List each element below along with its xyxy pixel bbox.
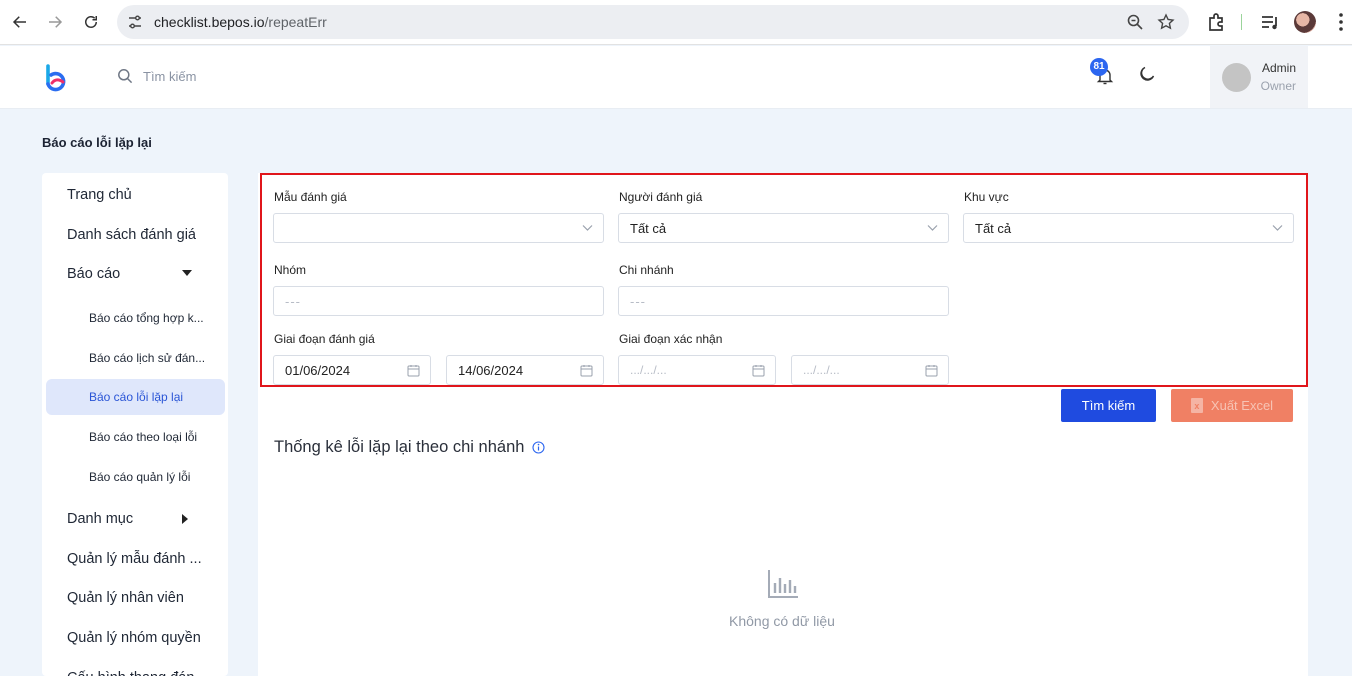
eval-from-value: 01/06/2024 [285,362,351,378]
sidebar-item-reports[interactable]: Báo cáo [42,256,228,292]
search-icon [118,69,133,84]
group-placeholder: --- [285,293,301,309]
branch-select[interactable]: --- [618,286,949,316]
sidebar-item-evaluation-list[interactable]: Danh sách đánh giá [42,217,228,253]
site-settings-icon[interactable] [127,14,143,30]
sidebar-item-template-management[interactable]: Quản lý mẫu đánh ... [42,541,228,577]
avatar [1222,63,1251,92]
stats-section-title: Thống kê lỗi lặp lại theo chi nhánh [274,438,545,457]
search-button[interactable]: Tìm kiếm [1061,389,1156,422]
eval-period-label: Giai đoạn đánh giá [274,332,375,346]
search-placeholder: Tìm kiếm [143,68,197,84]
stats-title-text: Thống kê lỗi lặp lại theo chi nhánh [274,438,525,456]
region-value: Tất cả [975,220,1012,236]
url-text: checklist.bepos.io/repeatErr [154,14,327,30]
profile-avatar[interactable] [1294,11,1316,33]
sidebar: Trang chủ Danh sách đánh giá Báo cáo Báo… [42,173,228,676]
eval-to-date[interactable]: 14/06/2024 [446,355,604,385]
evaluator-value: Tất cả [630,220,667,236]
evaluator-label: Người đánh giá [619,190,703,204]
confirm-from-date[interactable]: .../.../... [618,355,776,385]
more-menu-icon[interactable] [1330,11,1352,33]
extensions-icon[interactable] [1205,11,1227,33]
confirm-to-placeholder: .../.../... [803,363,840,377]
chevron-down-icon [927,225,938,231]
branch-label: Chi nhánh [619,263,674,277]
arrow-right-icon [49,16,63,28]
sidebar-item-label: Báo cáo [67,266,121,282]
user-name: Admin [1261,61,1296,75]
eval-from-date[interactable]: 01/06/2024 [273,355,431,385]
bepos-logo[interactable] [44,63,68,93]
caret-right-icon [182,514,188,524]
moon-icon[interactable] [1138,65,1156,83]
user-role: Owner [1260,79,1296,93]
eval-to-value: 14/06/2024 [458,362,524,378]
sidebar-item-error-management-report[interactable]: Báo cáo quản lý lỗi [46,459,225,495]
export-excel-label: Xuất Excel [1210,398,1274,413]
branch-placeholder: --- [630,293,646,309]
chevron-down-icon [1272,225,1283,231]
page-title: Báo cáo lỗi lặp lại [42,135,152,150]
arrow-left-icon [12,16,26,28]
template-select[interactable] [273,213,604,243]
template-label: Mẫu đánh giá [274,190,347,204]
confirm-to-date[interactable]: .../.../... [791,355,949,385]
forward-button[interactable] [42,9,68,35]
calendar-icon [580,365,593,377]
sidebar-item-staff-management[interactable]: Quản lý nhân viên [42,580,228,616]
address-bar[interactable]: checklist.bepos.io/repeatErr [117,5,1189,39]
global-search[interactable]: Tìm kiếm [117,68,196,84]
confirm-from-placeholder: .../.../... [630,363,667,377]
sidebar-item-error-type-report[interactable]: Báo cáo theo loại lỗi [46,419,225,455]
export-excel-button[interactable]: x Xuất Excel [1171,389,1293,422]
sidebar-item-history-report[interactable]: Báo cáo lịch sử đán... [46,340,225,376]
sidebar-item-scale-config[interactable]: Cấu hình thang đán... [42,660,228,676]
empty-chart-icon [768,570,798,598]
sidebar-item-catalog[interactable]: Danh mục [42,501,228,537]
info-icon[interactable] [532,441,545,454]
back-button[interactable] [7,9,33,35]
empty-state-text: Không có dữ liệu [729,613,835,629]
excel-icon: x [1190,398,1203,413]
region-select[interactable]: Tất cả [963,213,1294,243]
sidebar-item-summary-report[interactable]: Báo cáo tổng hợp k... [46,300,225,336]
notification-badge: 81 [1090,58,1108,76]
calendar-icon [407,365,420,377]
toolbar-separator [1241,14,1242,30]
sidebar-item-repeat-error-report[interactable]: Báo cáo lỗi lặp lại [46,379,225,415]
zoom-icon[interactable] [1126,13,1144,31]
user-menu[interactable]: Admin Owner [1210,46,1308,108]
calendar-icon [752,365,765,377]
sidebar-item-role-management[interactable]: Quản lý nhóm quyền [42,620,228,656]
sidebar-item-label: Danh mục [67,511,134,527]
browser-toolbar: checklist.bepos.io/repeatErr [0,0,1352,45]
app-header: Tìm kiếm 81 Admin Owner [0,46,1352,109]
reload-button[interactable] [78,9,104,35]
bookmark-star-icon[interactable] [1157,13,1175,31]
confirm-period-label: Giai đoạn xác nhận [619,332,723,346]
sidebar-item-home[interactable]: Trang chủ [42,177,228,213]
evaluator-select[interactable]: Tất cả [618,213,949,243]
media-control-icon[interactable] [1259,11,1281,33]
group-select[interactable]: --- [273,286,604,316]
calendar-icon [925,365,938,377]
group-label: Nhóm [274,263,307,277]
region-label: Khu vực [964,190,1009,204]
reload-icon [85,16,97,28]
chevron-down-icon [582,225,593,231]
caret-down-icon [182,270,192,276]
